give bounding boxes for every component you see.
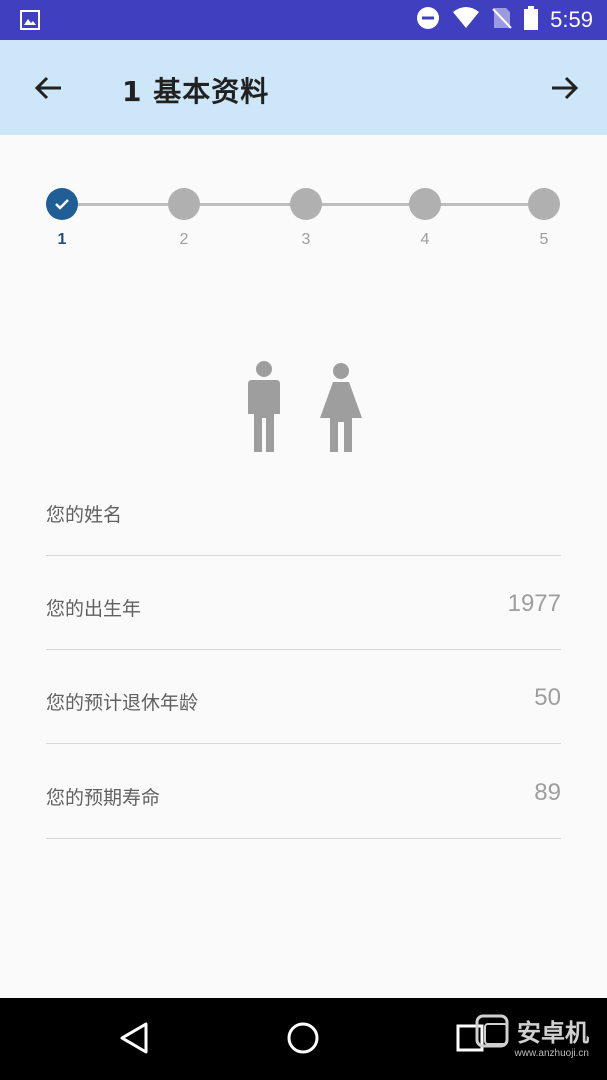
no-sim-icon [492, 6, 512, 34]
clock: 5:59 [550, 7, 593, 32]
triangle-back-icon [120, 1022, 148, 1054]
male-icon[interactable] [244, 360, 284, 454]
step-label-4: 4 [420, 231, 430, 248]
app-bar: 1 基本资料 [0, 40, 607, 135]
arrow-left-icon [34, 76, 61, 100]
nav-back-button[interactable] [114, 1018, 154, 1058]
page-title: 1 基本资料 [122, 75, 270, 108]
forward-button[interactable] [545, 68, 585, 108]
watermark-logo-icon [475, 1014, 509, 1048]
life-expectancy-field[interactable]: 您的预期寿命 89 [46, 745, 561, 839]
step-label-3: 3 [301, 231, 311, 248]
dnd-icon [416, 6, 440, 34]
life-expectancy-value[interactable]: 89 [534, 779, 561, 807]
retirement-age-label: 您的预计退休年龄 [46, 692, 199, 714]
back-button[interactable] [28, 68, 68, 108]
name-label: 您的姓名 [46, 504, 123, 526]
step-label-2: 2 [179, 231, 189, 248]
life-expectancy-label: 您的预期寿命 [46, 787, 161, 809]
circle-home-icon [287, 1022, 319, 1054]
watermark-url: www.anzhuoji.cn [514, 1048, 589, 1059]
step-4[interactable] [409, 188, 441, 220]
image-icon [20, 10, 40, 30]
watermark-text: 安卓机 [517, 1018, 589, 1047]
birth-year-label: 您的出生年 [46, 598, 142, 620]
birth-year-field[interactable]: 您的出生年 1977 [46, 556, 561, 650]
name-field[interactable]: 您的姓名 [46, 462, 561, 556]
nav-home-button[interactable] [283, 1018, 323, 1058]
step-label-5: 5 [539, 231, 549, 248]
female-icon[interactable] [318, 362, 364, 454]
status-bar: 5:59 [0, 0, 607, 40]
retirement-age-value[interactable]: 50 [534, 684, 561, 712]
check-icon [55, 199, 69, 210]
gender-selector [240, 360, 370, 456]
step-3[interactable] [290, 188, 322, 220]
step-label-1: 1 [57, 231, 67, 248]
arrow-right-icon [552, 76, 579, 100]
retirement-age-field[interactable]: 您的预计退休年龄 50 [46, 650, 561, 744]
step-2[interactable] [168, 188, 200, 220]
step-1[interactable] [46, 188, 78, 220]
progress-stepper: 1 2 3 4 5 [0, 186, 607, 256]
watermark: 安卓机 www.anzhuoji.cn [475, 1012, 589, 1059]
battery-icon [524, 6, 539, 34]
step-5[interactable] [528, 188, 560, 220]
wifi-icon [452, 6, 480, 34]
birth-year-value[interactable]: 1977 [508, 590, 561, 618]
navigation-bar: 安卓机 www.anzhuoji.cn [0, 998, 607, 1080]
